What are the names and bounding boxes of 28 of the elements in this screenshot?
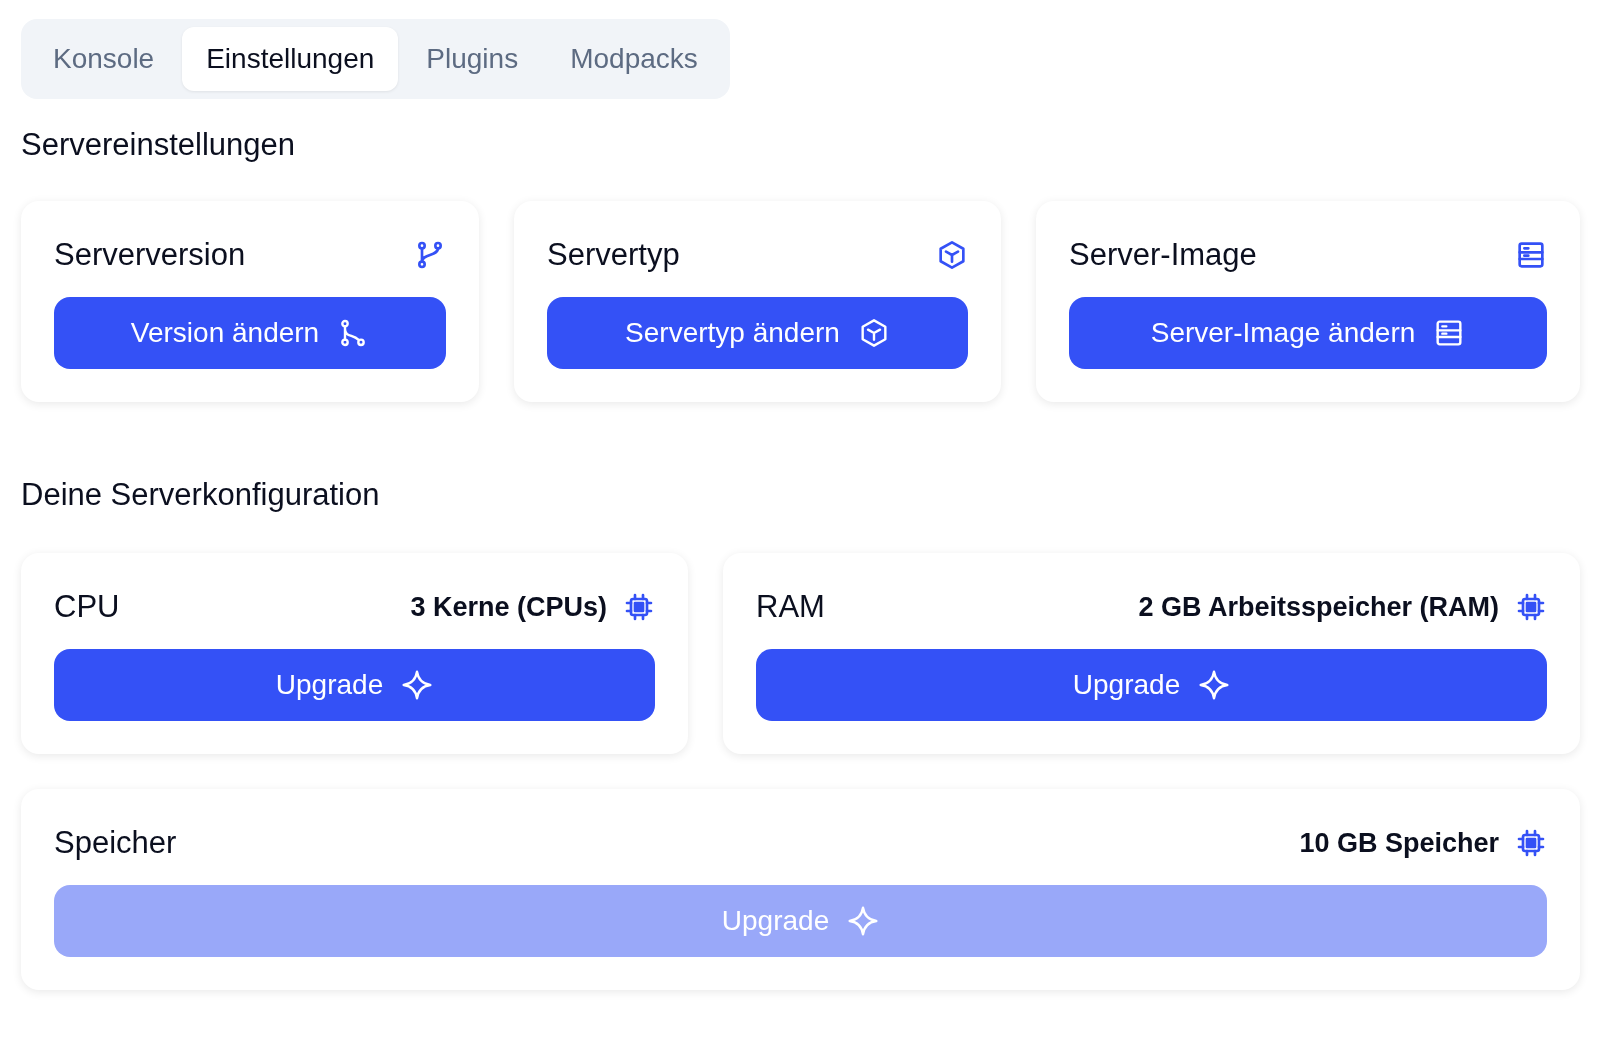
- card-title: Serverversion: [54, 237, 246, 273]
- resource-value: 2 GB Arbeitsspeicher (RAM): [1138, 591, 1499, 623]
- tab[interactable]: Modpacks: [546, 27, 722, 91]
- chip-icon: [623, 591, 655, 623]
- tab[interactable]: Konsole: [29, 27, 179, 91]
- change-button[interactable]: Version ändern: [54, 297, 446, 369]
- section-heading: Servereinstellungen: [21, 127, 296, 163]
- card-title: RAM: [756, 589, 825, 625]
- card-title: CPU: [54, 589, 120, 625]
- tab[interactable]: Einstellungen: [182, 27, 399, 91]
- card-title: Servertyp: [547, 237, 680, 273]
- sparkle-icon: [401, 669, 434, 701]
- change-button[interactable]: Servertyp ändern: [547, 297, 968, 369]
- upgrade-button[interactable]: Upgrade: [756, 649, 1547, 721]
- resource-value: 3 Kerne (CPUs): [410, 591, 607, 623]
- resource-value: 10 GB Speicher: [1299, 827, 1499, 859]
- server-icon: [1515, 239, 1547, 271]
- card-title: Server-Image: [1069, 237, 1257, 273]
- chip-icon: [1515, 591, 1547, 623]
- section-heading: Deine Serverkonfiguration: [21, 477, 381, 513]
- sparkle-icon: [847, 905, 880, 937]
- card-title: Speicher: [54, 825, 177, 861]
- cube-icon: [936, 239, 968, 271]
- upgrade-button[interactable]: Upgrade: [54, 649, 655, 721]
- chip-icon: [1515, 827, 1547, 859]
- tab[interactable]: Plugins: [402, 27, 543, 91]
- sparkle-icon: [1198, 669, 1231, 701]
- change-button[interactable]: Server-Image ändern: [1069, 297, 1547, 369]
